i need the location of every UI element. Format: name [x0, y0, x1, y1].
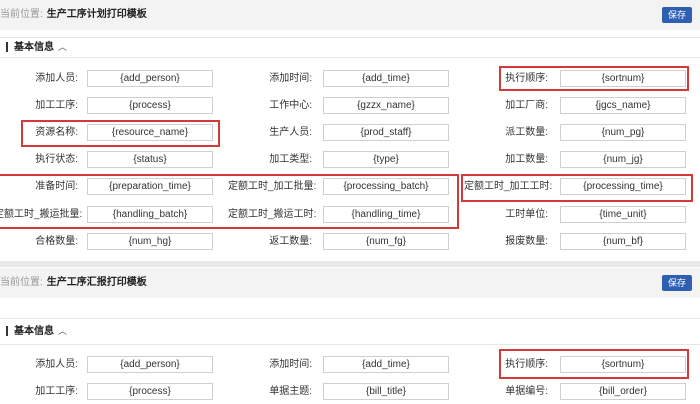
- field-input[interactable]: {num_bf}: [560, 233, 686, 250]
- field-label: 定额工时_搬运工时:: [228, 209, 317, 220]
- field-label: 合格数量:: [35, 236, 78, 247]
- group-title: 基本信息: [14, 326, 54, 337]
- field-label: 定额工时_加工工时:: [464, 181, 553, 192]
- page-header-report: 当前位置: 生产工序汇报打印模板 保存: [0, 268, 700, 298]
- field-input[interactable]: {jgcs_name}: [560, 97, 686, 114]
- field-input[interactable]: {process}: [87, 97, 213, 114]
- field-label: 添加人员:: [35, 73, 78, 84]
- field-input[interactable]: {processing_batch}: [323, 178, 449, 195]
- chevron-up-icon[interactable]: ︿: [58, 38, 67, 56]
- field-input[interactable]: {add_time}: [323, 70, 449, 87]
- field-label: 单据编号:: [505, 386, 548, 397]
- field-label: 单据主题:: [269, 386, 312, 397]
- divider: [0, 344, 700, 345]
- field-label: 派工数量:: [505, 127, 548, 138]
- field-label: 执行顺序:: [505, 73, 548, 84]
- breadcrumb: 当前位置: 生产工序汇报打印模板: [0, 268, 147, 298]
- field-input[interactable]: {add_person}: [87, 70, 213, 87]
- group-header-basic-info[interactable]: 基本信息 ︿: [0, 38, 700, 56]
- field-label: 定额工时_加工批量:: [228, 181, 317, 192]
- breadcrumb-prefix: 当前位置:: [0, 277, 43, 288]
- field-input[interactable]: {bill_order}: [560, 383, 686, 400]
- field-input[interactable]: {add_person}: [87, 356, 213, 373]
- field-label: 执行状态:: [35, 154, 78, 165]
- field-label: 添加人员:: [35, 359, 78, 370]
- page-title: 生产工序计划打印模板: [46, 9, 147, 20]
- field-label: 加工工序:: [35, 386, 78, 397]
- breadcrumb: 当前位置: 生产工序计划打印模板: [0, 0, 147, 30]
- field-label: 工时单位:: [505, 209, 548, 220]
- chevron-up-icon[interactable]: ︿: [58, 322, 67, 340]
- section-separator: [0, 261, 700, 267]
- field-input[interactable]: {processing_time}: [560, 178, 686, 195]
- field-label: 返工数量:: [269, 236, 312, 247]
- field-input[interactable]: {num_jg}: [560, 151, 686, 168]
- field-input[interactable]: {handling_time}: [323, 206, 449, 223]
- field-input[interactable]: {sortnum}: [560, 70, 686, 87]
- field-input[interactable]: {prod_staff}: [323, 124, 449, 141]
- field-input[interactable]: {process}: [87, 383, 213, 400]
- field-input[interactable]: {sortnum}: [560, 356, 686, 373]
- field-label: 资源名称:: [35, 127, 78, 138]
- field-input[interactable]: {type}: [323, 151, 449, 168]
- page-title: 生产工序汇报打印模板: [46, 277, 147, 288]
- field-label: 准备时间:: [35, 181, 78, 192]
- save-button[interactable]: 保存: [662, 275, 692, 291]
- field-label: 添加时间:: [269, 73, 312, 84]
- divider: [0, 57, 700, 58]
- field-input[interactable]: {resource_name}: [87, 124, 213, 141]
- field-input[interactable]: {handling_batch}: [87, 206, 213, 223]
- field-label: 定额工时_搬运批量:: [0, 209, 83, 220]
- field-input[interactable]: {num_pg}: [560, 124, 686, 141]
- field-label: 工作中心:: [269, 100, 312, 111]
- save-button[interactable]: 保存: [662, 7, 692, 23]
- field-input[interactable]: {bill_title}: [323, 383, 449, 400]
- field-label: 加工类型:: [269, 154, 312, 165]
- breadcrumb-prefix: 当前位置:: [0, 9, 43, 20]
- field-input[interactable]: {status}: [87, 151, 213, 168]
- field-label: 报废数量:: [505, 236, 548, 247]
- group-title: 基本信息: [14, 42, 54, 53]
- section-marker: [6, 42, 8, 53]
- field-input[interactable]: {preparation_time}: [87, 178, 213, 195]
- field-label: 生产人员:: [269, 127, 312, 138]
- field-label: 执行顺序:: [505, 359, 548, 370]
- field-input[interactable]: {num_fg}: [323, 233, 449, 250]
- field-label: 加工数量:: [505, 154, 548, 165]
- page-header-plan: 当前位置: 生产工序计划打印模板 保存: [0, 0, 700, 30]
- field-input[interactable]: {gzzx_name}: [323, 97, 449, 114]
- field-input[interactable]: {add_time}: [323, 356, 449, 373]
- section-marker: [6, 326, 8, 337]
- field-label: 添加时间:: [269, 359, 312, 370]
- divider: [0, 318, 700, 319]
- field-label: 加工厂商:: [505, 100, 548, 111]
- field-label: 加工工序:: [35, 100, 78, 111]
- group-header-basic-info[interactable]: 基本信息 ︿: [0, 322, 700, 340]
- field-input[interactable]: {num_hg}: [87, 233, 213, 250]
- field-input[interactable]: {time_unit}: [560, 206, 686, 223]
